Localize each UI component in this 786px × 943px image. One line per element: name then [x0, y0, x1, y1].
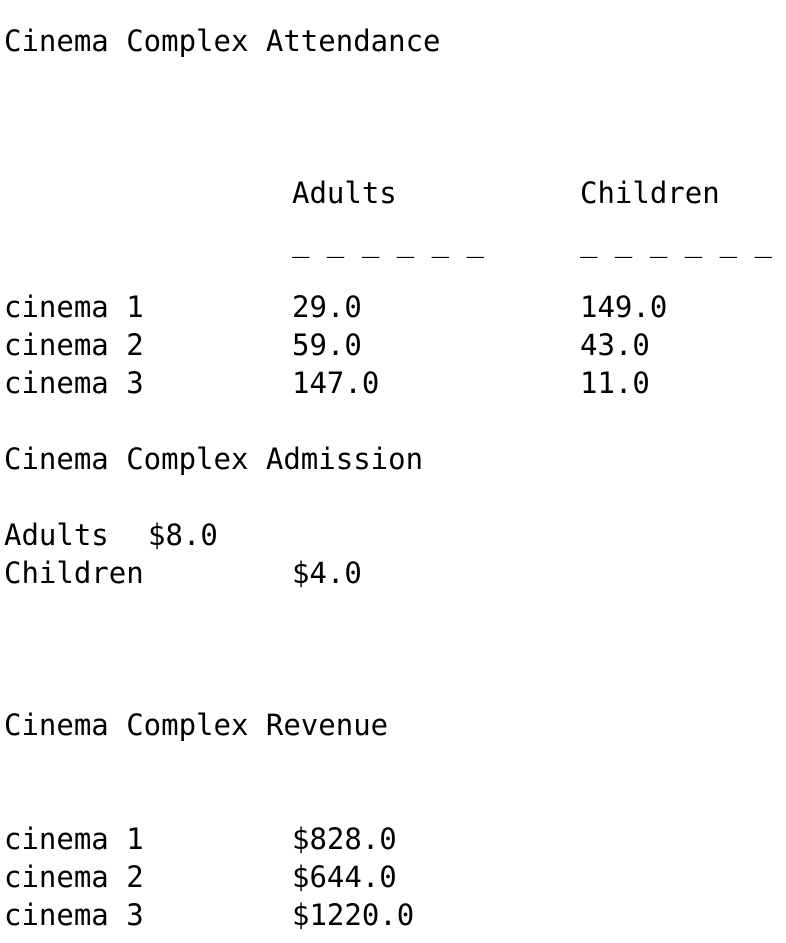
revenue-row-amount: $644.0 — [292, 860, 397, 894]
revenue-row-label: cinema 2 — [4, 860, 144, 894]
revenue-row-label: cinema 3 — [4, 898, 144, 932]
children-header-underline: _ _ _ _ _ _ — [580, 224, 773, 258]
attendance-title: Cinema Complex Attendance — [4, 24, 441, 58]
attendance-row-adults: 147.0 — [292, 366, 380, 400]
attendance-row-label: cinema 2 — [4, 328, 144, 362]
attendance-row-children: 149.0 — [580, 290, 668, 324]
attendance-row-label: cinema 3 — [4, 366, 144, 400]
revenue-row-amount: $828.0 — [292, 822, 397, 856]
revenue-row-amount: $1220.0 — [292, 898, 415, 932]
revenue-row-label: cinema 1 — [4, 822, 144, 856]
revenue-title: Cinema Complex Revenue — [4, 708, 389, 742]
attendance-row-children: 11.0 — [580, 366, 650, 400]
admission-label-adults: Adults — [4, 518, 109, 552]
adults-column-header: Adults — [292, 176, 397, 210]
attendance-row-label: cinema 1 — [4, 290, 144, 324]
children-column-header: Children — [580, 176, 720, 210]
admission-price-adults: $8.0 — [148, 518, 218, 552]
admission-label-children: Children — [4, 556, 144, 590]
attendance-row-children: 43.0 — [580, 328, 650, 362]
adults-header-underline: _ _ _ _ _ _ — [292, 224, 485, 258]
attendance-row-adults: 29.0 — [292, 290, 362, 324]
attendance-row-adults: 59.0 — [292, 328, 362, 362]
admission-price-children: $4.0 — [292, 556, 362, 590]
admission-title: Cinema Complex Admission — [4, 442, 424, 476]
